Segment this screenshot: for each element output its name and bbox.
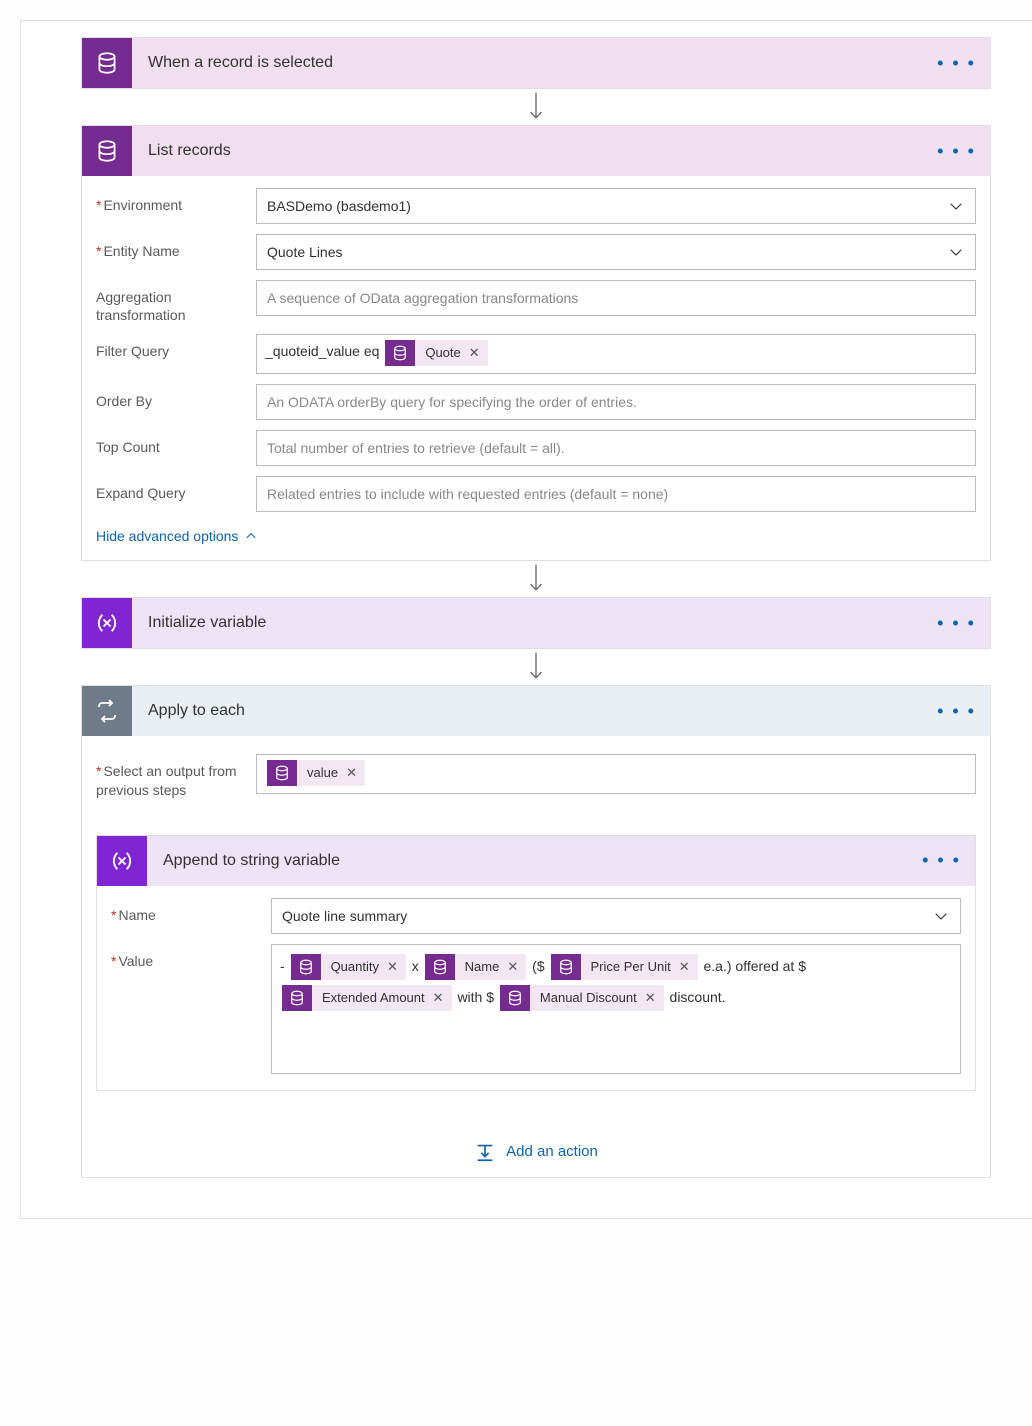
list-records-menu-button[interactable]: • • • (937, 141, 976, 162)
apply-to-each-menu-button[interactable]: • • • (937, 701, 976, 722)
extended-amount-token[interactable]: Extended Amount✕ (282, 985, 452, 1011)
environment-select[interactable]: BASDemo (basdemo1) (256, 188, 976, 224)
quantity-token[interactable]: Quantity✕ (291, 954, 406, 980)
apply-to-each-scope: Apply to each • • • Select an output fro… (81, 685, 991, 1177)
token-remove[interactable]: ✕ (431, 984, 452, 1013)
expand-input[interactable]: Related entries to include with requeste… (256, 476, 976, 512)
list-records-card[interactable]: List records • • • Environment BASDemo (… (81, 125, 991, 561)
database-icon (291, 954, 321, 980)
apply-to-each-title: Apply to each (148, 702, 937, 720)
orderby-label: Order By (96, 384, 256, 410)
flow-designer-canvas: When a record is selected • • • List rec… (20, 20, 1032, 1219)
hide-advanced-link[interactable]: Hide advanced options (96, 528, 258, 544)
aggregation-label: Aggregation transformation (96, 280, 256, 324)
token-remove[interactable]: ✕ (385, 953, 406, 982)
append-string-card[interactable]: Append to string variable • • • Name Quo… (96, 835, 976, 1091)
price-per-unit-token[interactable]: Price Per Unit✕ (551, 954, 698, 980)
select-output-label: Select an output from previous steps (96, 754, 256, 798)
manual-discount-token[interactable]: Manual Discount✕ (500, 985, 664, 1011)
orderby-input[interactable]: An ODATA orderBy query for specifying th… (256, 384, 976, 420)
chevron-down-icon (947, 243, 965, 261)
database-icon (500, 985, 530, 1011)
filter-query-input[interactable]: _quoteid_value eq Quote ✕ (256, 334, 976, 374)
apply-to-each-header[interactable]: Apply to each • • • (82, 686, 990, 736)
token-remove[interactable]: ✕ (467, 341, 488, 364)
connector-arrow (527, 89, 545, 125)
trigger-title: When a record is selected (148, 54, 937, 72)
list-records-title: List records (148, 142, 937, 160)
token-label: value (297, 761, 344, 784)
orderby-placeholder: An ODATA orderBy query for specifying th… (267, 394, 637, 410)
topcount-input[interactable]: Total number of entries to retrieve (def… (256, 430, 976, 466)
aggregation-input[interactable]: A sequence of OData aggregation transfor… (256, 280, 976, 316)
trigger-card[interactable]: When a record is selected • • • (81, 37, 991, 89)
entity-name-value: Quote Lines (267, 244, 343, 260)
append-name-label: Name (111, 898, 271, 924)
entity-name-label: Entity Name (96, 234, 256, 260)
database-icon (267, 760, 297, 786)
chevron-down-icon (947, 197, 965, 215)
database-icon (282, 985, 312, 1011)
append-name-value: Quote line summary (282, 908, 407, 924)
topcount-label: Top Count (96, 430, 256, 456)
add-action-icon (474, 1141, 496, 1163)
append-string-menu-button[interactable]: • • • (922, 850, 961, 871)
append-value-label: Value (111, 944, 271, 970)
name-token[interactable]: Name✕ (425, 954, 527, 980)
variable-icon (97, 836, 147, 886)
environment-label: Environment (96, 188, 256, 214)
select-output-input[interactable]: value ✕ (256, 754, 976, 794)
variable-icon (82, 598, 132, 648)
filter-query-text: _quoteid_value eq (265, 343, 379, 359)
token-label: Quote (415, 341, 466, 364)
entity-name-select[interactable]: Quote Lines (256, 234, 976, 270)
token-remove[interactable]: ✕ (643, 984, 664, 1013)
connector-arrow (527, 649, 545, 685)
append-value-input[interactable]: - Quantity✕ x Name✕ ($ Price Per Unit✕ e… (271, 944, 961, 1074)
database-icon (82, 126, 132, 176)
initialize-variable-card[interactable]: Initialize variable • • • (81, 597, 991, 649)
environment-value: BASDemo (basdemo1) (267, 198, 411, 214)
add-action-button[interactable]: Add an action (96, 1141, 976, 1163)
filter-query-label: Filter Query (96, 334, 256, 360)
initialize-variable-title: Initialize variable (148, 614, 937, 632)
chevron-down-icon (932, 907, 950, 925)
value-token[interactable]: value ✕ (267, 760, 365, 786)
quote-token[interactable]: Quote ✕ (385, 340, 487, 366)
append-string-title: Append to string variable (163, 852, 922, 870)
loop-icon (82, 686, 132, 736)
token-remove[interactable]: ✕ (505, 953, 526, 982)
database-icon (425, 954, 455, 980)
connector-arrow (527, 561, 545, 597)
append-name-select[interactable]: Quote line summary (271, 898, 961, 934)
topcount-placeholder: Total number of entries to retrieve (def… (267, 440, 565, 456)
token-remove[interactable]: ✕ (344, 761, 365, 784)
database-icon (551, 954, 581, 980)
aggregation-placeholder: A sequence of OData aggregation transfor… (267, 290, 578, 306)
database-icon (82, 38, 132, 88)
initialize-variable-menu-button[interactable]: • • • (937, 613, 976, 634)
token-remove[interactable]: ✕ (677, 953, 698, 982)
chevron-up-icon (244, 529, 258, 543)
expand-label: Expand Query (96, 476, 256, 502)
expand-placeholder: Related entries to include with requeste… (267, 486, 668, 502)
database-icon (385, 340, 415, 366)
trigger-menu-button[interactable]: • • • (937, 53, 976, 74)
